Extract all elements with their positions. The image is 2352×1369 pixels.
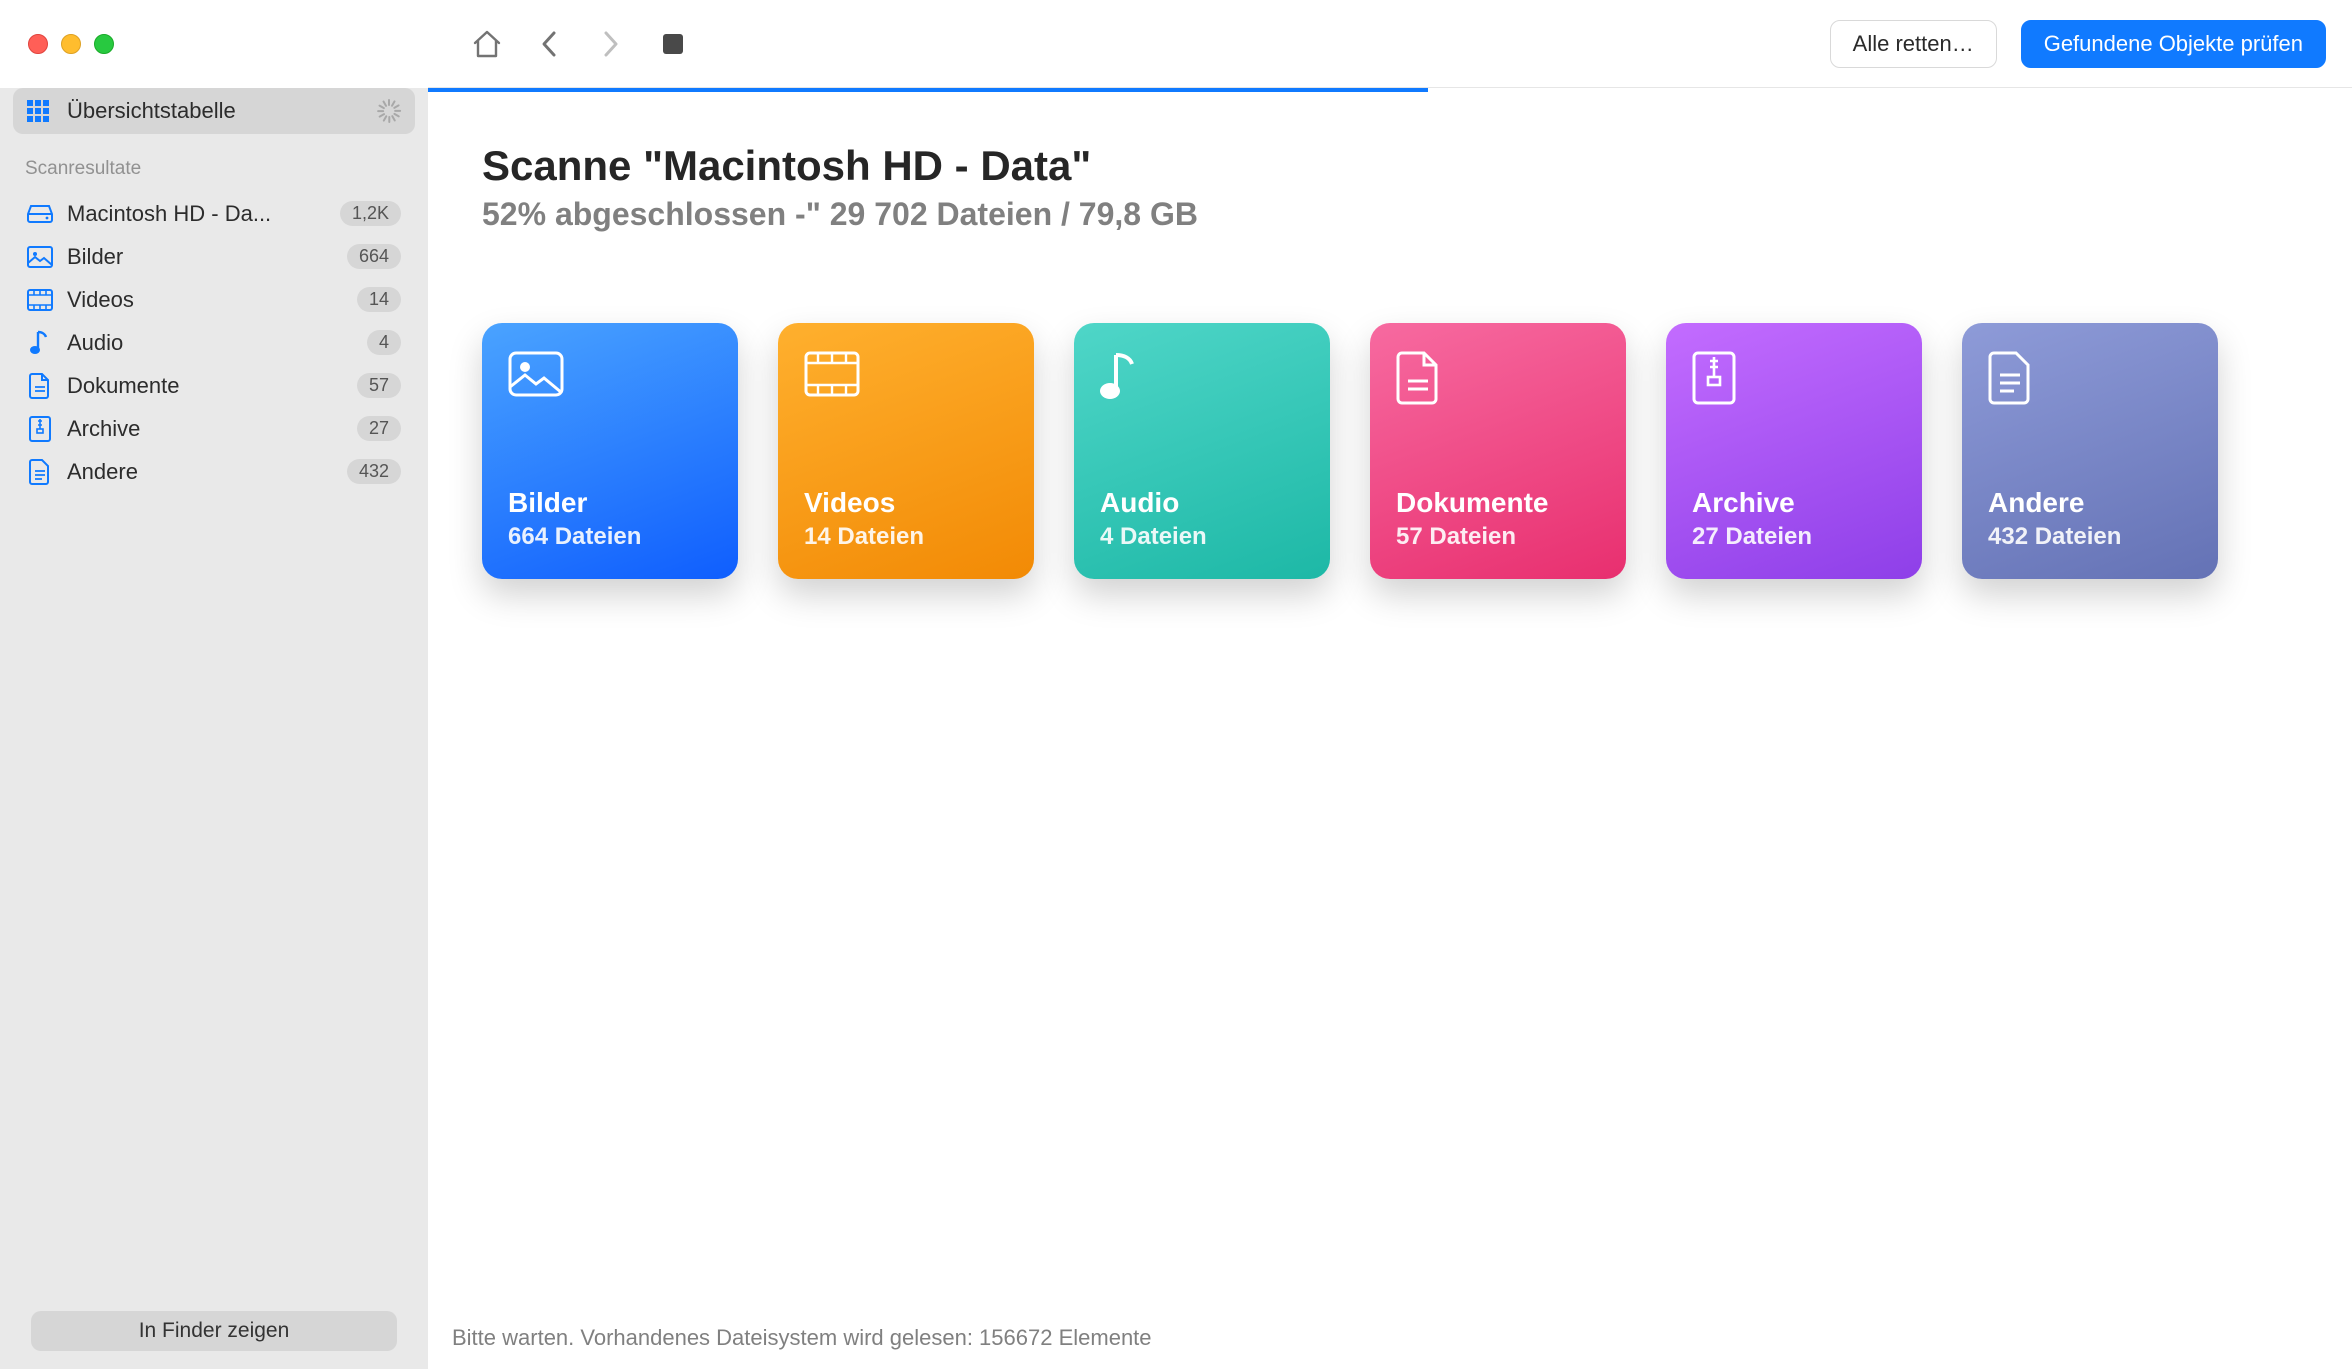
sidebar-item-badge: 57 <box>357 373 401 398</box>
sidebar-item-audio[interactable]: Audio 4 <box>17 321 411 364</box>
sidebar-item-other[interactable]: Andere 432 <box>17 450 411 493</box>
page-subtitle: 52% abgeschlossen -" 29 702 Dateien / 79… <box>482 196 2290 233</box>
file-icon <box>27 459 53 485</box>
sidebar-item-badge: 1,2K <box>340 201 401 226</box>
card-documents[interactable]: Dokumente 57 Dateien <box>1370 323 1626 579</box>
card-audio[interactable]: Audio 4 Dateien <box>1074 323 1330 579</box>
card-images[interactable]: Bilder 664 Dateien <box>482 323 738 579</box>
card-subtitle: 14 Dateien <box>804 523 1008 551</box>
toolbar: Alle retten… Gefundene Objekte prüfen <box>428 0 2352 88</box>
card-title: Audio <box>1100 487 1304 519</box>
back-button[interactable] <box>530 25 568 63</box>
close-window-button[interactable] <box>28 34 48 54</box>
sidebar-overview-label: Übersichtstabelle <box>67 98 363 124</box>
sidebar-item-label: Videos <box>67 287 343 313</box>
drive-icon <box>27 201 53 227</box>
card-archives[interactable]: Archive 27 Dateien <box>1666 323 1922 579</box>
sidebar-item-images[interactable]: Bilder 664 <box>17 235 411 278</box>
image-icon <box>27 244 53 270</box>
card-subtitle: 664 Dateien <box>508 523 712 551</box>
sidebar-item-archives[interactable]: Archive 27 <box>17 407 411 450</box>
sidebar-item-videos[interactable]: Videos 14 <box>17 278 411 321</box>
sidebar-item-badge: 27 <box>357 416 401 441</box>
video-icon <box>804 351 1008 407</box>
card-title: Bilder <box>508 487 712 519</box>
content: Scanne "Macintosh HD - Data" 52% abgesch… <box>428 92 2352 1307</box>
forward-button[interactable] <box>592 25 630 63</box>
main-area: Alle retten… Gefundene Objekte prüfen Sc… <box>428 88 2352 1369</box>
card-subtitle: 27 Dateien <box>1692 523 1896 551</box>
music-note-icon <box>27 330 53 356</box>
home-button[interactable] <box>468 25 506 63</box>
card-title: Archive <box>1692 487 1896 519</box>
status-text: Bitte warten. Vorhandenes Dateisystem wi… <box>428 1307 2352 1369</box>
image-icon <box>508 351 712 407</box>
file-icon <box>1988 351 2192 407</box>
sidebar-results-section: Scanresultate Macintosh HD - Da... 1,2K … <box>13 158 415 493</box>
document-icon <box>1396 351 1600 407</box>
archive-icon <box>1692 351 1896 407</box>
video-icon <box>27 287 53 313</box>
sidebar-item-label: Dokumente <box>67 373 343 399</box>
music-note-icon <box>1100 351 1304 407</box>
sidebar-item-badge: 4 <box>367 330 401 355</box>
show-in-finder-button[interactable]: In Finder zeigen <box>31 1311 397 1351</box>
grid-icon <box>27 100 53 122</box>
spinner-icon <box>377 99 401 123</box>
sidebar-item-label: Audio <box>67 330 353 356</box>
card-other[interactable]: Andere 432 Dateien <box>1962 323 2218 579</box>
sidebar: Übersichtstabelle Scanresultate Macintos… <box>0 88 428 1369</box>
card-title: Dokumente <box>1396 487 1600 519</box>
sidebar-overview-item[interactable]: Übersichtstabelle <box>13 88 415 134</box>
card-subtitle: 432 Dateien <box>1988 523 2192 551</box>
sidebar-item-label: Andere <box>67 459 333 485</box>
category-cards: Bilder 664 Dateien Videos 14 Dateien Aud… <box>482 323 2290 579</box>
page-title: Scanne "Macintosh HD - Data" <box>482 142 2290 190</box>
recover-all-button[interactable]: Alle retten… <box>1830 20 1997 68</box>
card-title: Andere <box>1988 487 2192 519</box>
window-controls <box>28 34 114 54</box>
stop-button[interactable] <box>654 25 692 63</box>
card-subtitle: 57 Dateien <box>1396 523 1600 551</box>
minimize-window-button[interactable] <box>61 34 81 54</box>
sidebar-section-header: Scanresultate <box>17 158 411 180</box>
card-subtitle: 4 Dateien <box>1100 523 1304 551</box>
sidebar-item-badge: 432 <box>347 459 401 484</box>
sidebar-item-badge: 14 <box>357 287 401 312</box>
archive-icon <box>27 416 53 442</box>
sidebar-item-badge: 664 <box>347 244 401 269</box>
sidebar-item-documents[interactable]: Dokumente 57 <box>17 364 411 407</box>
sidebar-item-label: Bilder <box>67 244 333 270</box>
document-icon <box>27 373 53 399</box>
card-videos[interactable]: Videos 14 Dateien <box>778 323 1034 579</box>
card-title: Videos <box>804 487 1008 519</box>
sidebar-item-label: Archive <box>67 416 343 442</box>
fullscreen-window-button[interactable] <box>94 34 114 54</box>
sidebar-item-drive[interactable]: Macintosh HD - Da... 1,2K <box>17 192 411 235</box>
review-found-button[interactable]: Gefundene Objekte prüfen <box>2021 20 2326 68</box>
sidebar-item-label: Macintosh HD - Da... <box>67 201 326 227</box>
